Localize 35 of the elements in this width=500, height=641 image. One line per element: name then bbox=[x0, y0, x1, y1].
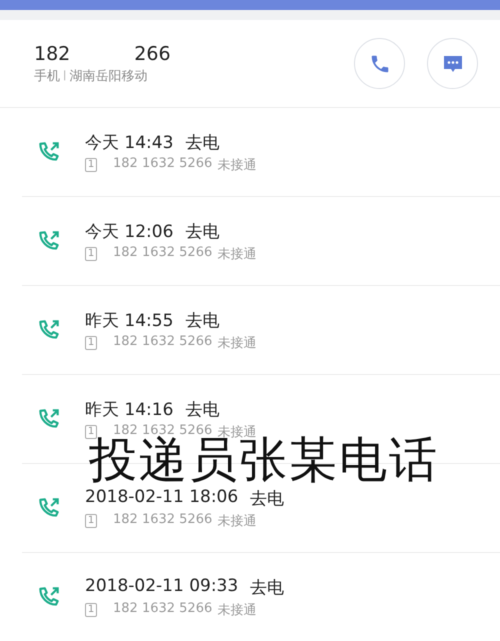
sim-badge: 1 bbox=[85, 424, 97, 438]
separator: | bbox=[63, 70, 66, 81]
call-time: 今天 14:43 bbox=[85, 132, 174, 154]
call-status: 未接通 bbox=[217, 246, 256, 262]
call-time: 昨天 14:55 bbox=[85, 310, 174, 332]
call-type: 去电 bbox=[185, 310, 220, 332]
phone-number: 182 1632 5266 bbox=[113, 600, 212, 618]
call-time: 昨天 14:16 bbox=[85, 398, 174, 420]
phone-number: 182 1632 5266 bbox=[113, 156, 212, 172]
call-type: 去电 bbox=[250, 488, 284, 510]
call-status: 未接通 bbox=[217, 334, 256, 352]
phone-number: 182 1632 5266 bbox=[113, 244, 212, 262]
phone-number: 182 1632 5266 bbox=[113, 512, 212, 528]
call-type: 去电 bbox=[185, 220, 220, 242]
call-type: 去电 bbox=[185, 132, 220, 154]
sim-badge: 1 bbox=[85, 336, 97, 350]
call-type: 去电 bbox=[185, 398, 220, 420]
phone-number-end: 266 bbox=[134, 42, 171, 64]
sim-badge: 1 bbox=[85, 158, 97, 172]
phone-type: 手机 bbox=[34, 68, 60, 84]
call-time: 2018-02-11 09:33 bbox=[85, 576, 238, 598]
sim-badge: 1 bbox=[85, 246, 97, 260]
carrier-location: 湖南岳阳移动 bbox=[69, 68, 148, 84]
call-status: 未接通 bbox=[217, 512, 256, 530]
sim-badge: 1 bbox=[85, 514, 97, 528]
call-status: 未接通 bbox=[217, 602, 256, 618]
sim-badge: 1 bbox=[85, 602, 97, 616]
message-button[interactable] bbox=[427, 38, 478, 89]
call-status: 未接通 bbox=[217, 156, 256, 174]
call-type: 去电 bbox=[250, 576, 284, 598]
phone-number: 182 1632 5266 bbox=[113, 334, 212, 350]
phone-number-start: 182 bbox=[34, 42, 70, 64]
call-time: 2018-02-11 18:06 bbox=[85, 486, 238, 508]
call-time: 今天 12:06 bbox=[85, 220, 174, 242]
call-button[interactable] bbox=[354, 38, 405, 89]
